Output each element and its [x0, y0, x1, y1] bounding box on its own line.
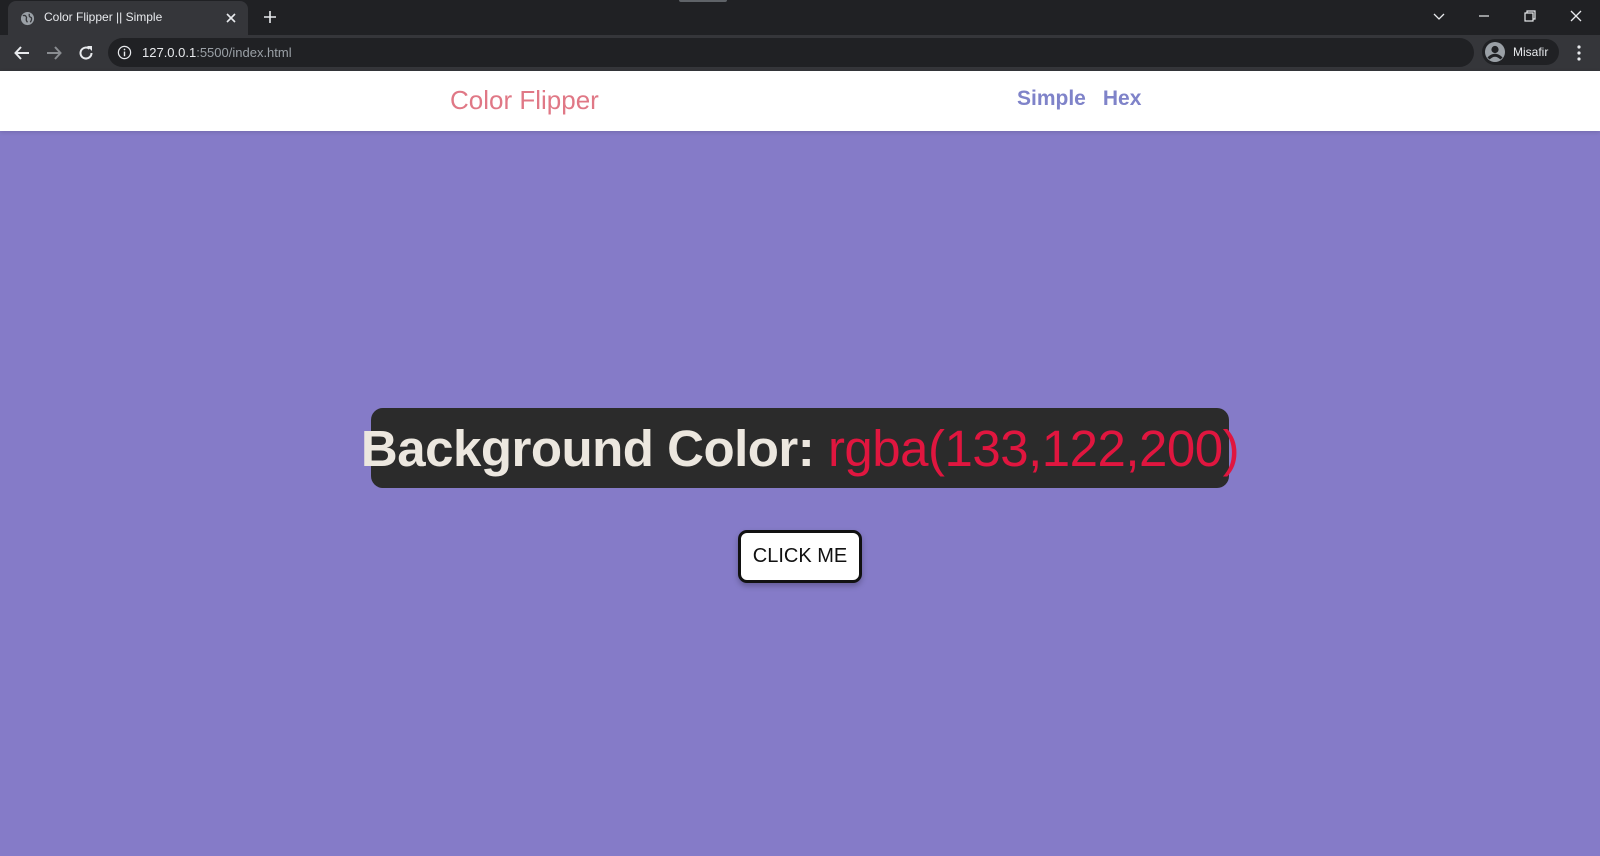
minimize-icon[interactable]: [1474, 6, 1494, 26]
tab-search-notch: [679, 0, 727, 2]
brand-title: Color Flipper: [450, 85, 599, 115]
nav-link-hex[interactable]: Hex: [1103, 87, 1142, 111]
url-path: :5500/index.html: [196, 45, 292, 60]
reload-icon[interactable]: [77, 44, 95, 62]
profile-button[interactable]: Misafir: [1482, 39, 1559, 65]
kebab-menu-icon[interactable]: [1570, 43, 1588, 63]
color-heading-label: Background Color:: [360, 419, 815, 477]
close-icon[interactable]: [224, 11, 238, 25]
nav-link-simple[interactable]: Simple: [1017, 87, 1086, 111]
color-display-box: Background Color: rgba(133,122,200): [361, 408, 1240, 488]
chevron-down-icon[interactable]: [1429, 6, 1449, 26]
click-me-button[interactable]: CLICK ME: [738, 530, 862, 583]
tab-title: Color Flipper || Simple: [44, 10, 163, 24]
color-value: rgba(133,122,200): [827, 419, 1240, 477]
address-bar[interactable]: 127.0.0.1:5500/index.html: [108, 38, 1474, 67]
globe-icon: [20, 11, 35, 26]
browser-toolbar: 127.0.0.1:5500/index.html Misafir: [0, 35, 1600, 71]
url-text: 127.0.0.1:5500/index.html: [142, 45, 292, 60]
window-close-icon[interactable]: [1566, 6, 1586, 26]
plus-icon[interactable]: [262, 9, 278, 25]
color-heading: Background Color: rgba(133,122,200): [360, 419, 1240, 478]
page-content: Color Flipper Simple Hex Background Colo…: [0, 71, 1600, 856]
browser-tab[interactable]: Color Flipper || Simple: [8, 1, 248, 35]
back-arrow-icon[interactable]: [13, 44, 31, 62]
profile-name: Misafir: [1513, 45, 1549, 59]
forward-arrow-icon[interactable]: [45, 44, 63, 62]
url-host: 127.0.0.1: [142, 45, 197, 60]
restore-icon[interactable]: [1520, 6, 1540, 26]
avatar-icon: [1485, 42, 1505, 62]
navbar: Color Flipper Simple Hex: [0, 71, 1600, 131]
nav-links: Simple Hex: [1017, 87, 1141, 111]
info-icon[interactable]: [117, 45, 132, 60]
tab-strip: Color Flipper || Simple: [0, 0, 1600, 35]
